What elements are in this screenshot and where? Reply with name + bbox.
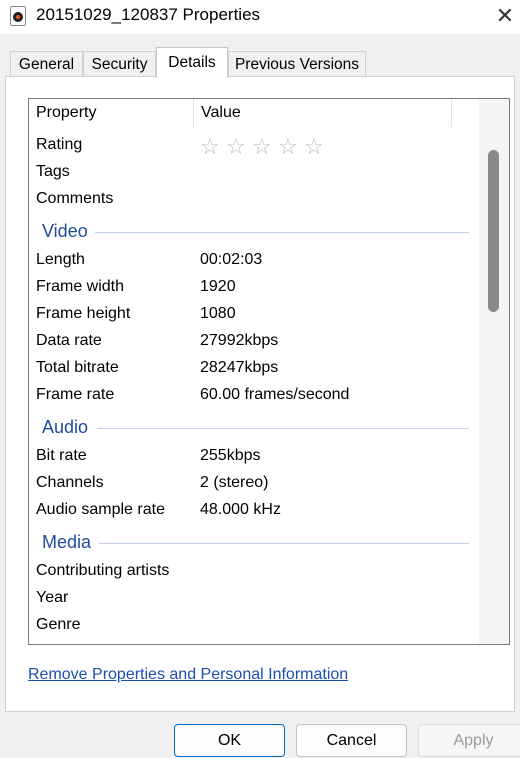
list-item[interactable]: Data rate 27992kbps bbox=[29, 329, 479, 356]
list-item[interactable]: Genre bbox=[29, 613, 479, 640]
tab-security[interactable]: Security bbox=[83, 51, 156, 77]
list-header: Property Value bbox=[29, 99, 479, 127]
list-item[interactable]: Total bitrate 28247kbps bbox=[29, 356, 479, 383]
scroll-thumb[interactable] bbox=[488, 150, 499, 312]
list-item[interactable]: Frame width 1920 bbox=[29, 275, 479, 302]
list-item[interactable]: Audio sample rate 48.000 kHz bbox=[29, 498, 479, 525]
property-label: Rating bbox=[36, 136, 83, 153]
list-item[interactable]: Frame rate 60.00 frames/second bbox=[29, 383, 479, 410]
properties-list[interactable]: Property Value Rating ☆ ☆ ☆ ☆ ☆ Tags Com… bbox=[28, 98, 510, 645]
cancel-button[interactable]: Cancel bbox=[296, 724, 407, 757]
details-panel: Property Value Rating ☆ ☆ ☆ ☆ ☆ Tags Com… bbox=[5, 76, 515, 712]
list-item[interactable]: Channels 2 (stereo) bbox=[29, 471, 479, 498]
tab-previous-versions[interactable]: Previous Versions bbox=[228, 51, 366, 77]
group-divider bbox=[99, 543, 469, 544]
property-label: Year bbox=[36, 589, 69, 606]
ok-button[interactable]: OK bbox=[174, 724, 285, 757]
property-value: 255kbps bbox=[200, 447, 261, 464]
property-label: Comments bbox=[36, 190, 114, 207]
property-label: Genre bbox=[36, 616, 81, 633]
star-icon[interactable]: ☆ bbox=[304, 133, 330, 160]
list-item[interactable]: Tags bbox=[29, 160, 479, 187]
apply-button[interactable]: Apply bbox=[418, 724, 520, 757]
list-item[interactable]: Bit rate 255kbps bbox=[29, 444, 479, 471]
property-value: 00:02:03 bbox=[200, 251, 263, 268]
property-value: 27992kbps bbox=[200, 332, 279, 349]
star-icon[interactable]: ☆ bbox=[200, 133, 226, 160]
group-title: Video bbox=[42, 221, 88, 241]
star-icon[interactable]: ☆ bbox=[226, 133, 252, 160]
tab-details[interactable]: Details bbox=[156, 47, 228, 78]
property-label: Frame rate bbox=[36, 386, 115, 403]
property-value: 2 (stereo) bbox=[200, 474, 269, 491]
star-icon[interactable]: ☆ bbox=[252, 133, 278, 160]
property-value: 48.000 kHz bbox=[200, 501, 281, 518]
group-divider bbox=[95, 232, 469, 233]
star-icon[interactable]: ☆ bbox=[278, 133, 304, 160]
rating-stars[interactable]: ☆ ☆ ☆ ☆ ☆ bbox=[200, 133, 330, 160]
property-label: Frame height bbox=[36, 305, 131, 322]
property-label: Channels bbox=[36, 474, 104, 491]
list-item[interactable]: Comments bbox=[29, 187, 479, 214]
property-value: 60.00 frames/second bbox=[200, 386, 350, 403]
column-header-value[interactable]: Value bbox=[194, 99, 452, 127]
tab-general[interactable]: General bbox=[10, 51, 83, 77]
group-title: Media bbox=[42, 532, 92, 552]
group-title: Audio bbox=[42, 417, 89, 437]
group-header-audio: Audio bbox=[29, 415, 479, 443]
close-icon: ✕ bbox=[495, 3, 515, 28]
list-item[interactable]: Contributing artists bbox=[29, 559, 479, 586]
title-bar: 20151029_120837 Properties ✕ bbox=[0, 0, 520, 34]
vertical-scrollbar[interactable] bbox=[479, 99, 509, 644]
property-label: Data rate bbox=[36, 332, 102, 349]
close-button[interactable]: ✕ bbox=[490, 0, 520, 32]
property-label: Bit rate bbox=[36, 447, 87, 464]
property-value: 1080 bbox=[200, 305, 236, 322]
remove-properties-link[interactable]: Remove Properties and Personal Informati… bbox=[28, 666, 348, 684]
property-label: Frame width bbox=[36, 278, 125, 295]
column-header-property[interactable]: Property bbox=[29, 99, 194, 127]
property-label: Audio sample rate bbox=[36, 501, 165, 518]
group-divider bbox=[97, 428, 469, 429]
video-file-icon bbox=[10, 6, 26, 26]
group-header-media: Media bbox=[29, 530, 479, 558]
list-item[interactable]: Frame height 1080 bbox=[29, 302, 479, 329]
property-label: Contributing artists bbox=[36, 562, 170, 579]
window-title: 20151029_120837 Properties bbox=[36, 5, 261, 24]
property-label: Total bitrate bbox=[36, 359, 119, 376]
property-value: 1920 bbox=[200, 278, 236, 295]
property-label: Length bbox=[36, 251, 85, 268]
property-label: Tags bbox=[36, 163, 70, 180]
property-value: 28247kbps bbox=[200, 359, 279, 376]
group-header-video: Video bbox=[29, 219, 479, 247]
list-item[interactable]: Year bbox=[29, 586, 479, 613]
list-item[interactable]: Length 00:02:03 bbox=[29, 248, 479, 275]
list-item[interactable]: Rating ☆ ☆ ☆ ☆ ☆ bbox=[29, 133, 479, 160]
